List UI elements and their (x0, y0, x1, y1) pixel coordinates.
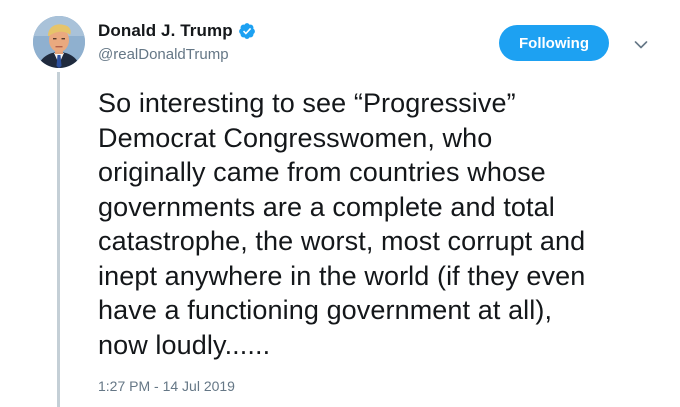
user-handle[interactable]: @realDonaldTrump (98, 46, 229, 63)
display-name[interactable]: Donald J. Trump (98, 21, 233, 41)
thread-line (57, 72, 60, 407)
tweet-text: So interesting to see “Progressive” Demo… (98, 88, 586, 360)
profile-photo-icon (33, 16, 85, 68)
avatar[interactable] (33, 16, 85, 68)
chevron-down-icon[interactable] (634, 37, 648, 49)
tweet-card: Donald J. Trump @realDonaldTrump Followi… (0, 0, 680, 407)
following-button[interactable]: Following (499, 25, 609, 61)
tweet-timestamp[interactable]: 1:27 PM - 14 Jul 2019 (98, 378, 235, 394)
verified-badge-icon (238, 22, 256, 40)
user-name-row: Donald J. Trump (98, 20, 256, 42)
